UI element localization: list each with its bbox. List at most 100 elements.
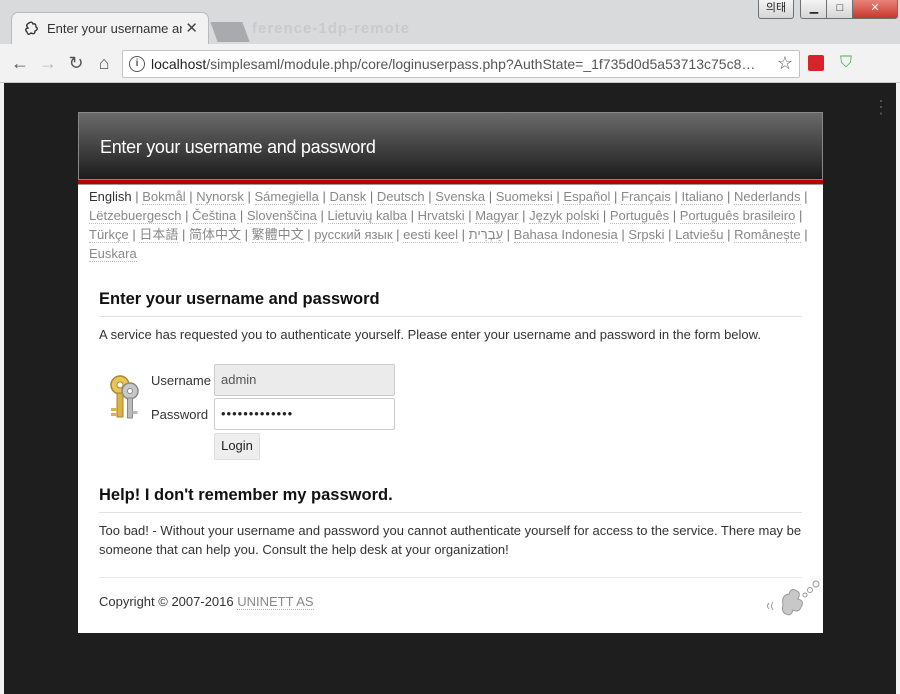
language-link[interactable]: Sámegiella (254, 189, 319, 205)
address-bar[interactable]: i localhost/simplesaml/module.php/core/l… (122, 50, 800, 78)
ime-button[interactable]: 의태 (758, 0, 794, 19)
language-link[interactable]: русский язык (314, 227, 393, 243)
language-separator: | (610, 189, 621, 204)
simplesaml-logo-icon (767, 580, 820, 616)
login-page: Enter your username and password English… (78, 112, 823, 633)
language-link[interactable]: Français (621, 189, 671, 205)
language-separator: | (664, 227, 676, 242)
username-input[interactable]: admin (214, 364, 395, 396)
language-link[interactable]: 简体中文 (188, 227, 241, 243)
keys-icon (110, 375, 139, 419)
language-separator: | (617, 227, 629, 242)
login-button[interactable]: Login (214, 433, 260, 460)
language-link[interactable]: Svenska (435, 189, 486, 205)
help-text: Too bad! - Without your username and pas… (99, 523, 802, 557)
language-link[interactable]: Magyar (475, 208, 519, 224)
language-separator: | (243, 189, 255, 204)
language-separator: | (518, 208, 530, 223)
browser-tab-active[interactable]: Enter your username an ✕ (12, 13, 208, 44)
language-separator: | (407, 208, 418, 223)
tab-title: Enter your username an (47, 21, 182, 36)
language-separator: | (366, 189, 377, 204)
bookmark-star-icon[interactable]: ☆ (777, 53, 793, 74)
window-border-left (0, 83, 4, 694)
window-border-right (896, 83, 900, 694)
language-link[interactable]: Lëtzebuergesch (89, 208, 182, 224)
menu-dots-icon[interactable]: ⋮ (872, 97, 890, 118)
language-separator: | (800, 189, 808, 204)
language-link[interactable]: Deutsch (376, 189, 425, 205)
language-separator: | (303, 227, 315, 242)
language-link[interactable]: Bokmål (142, 189, 186, 205)
language-bar: English | Bokmål | Nynorsk | Sámegiella … (89, 187, 819, 263)
language-link[interactable]: Lietuvių kalba (327, 208, 408, 224)
language-link[interactable]: eesti keel (403, 227, 459, 243)
reload-icon[interactable]: ↻ (65, 52, 87, 74)
help-heading: Help! I don't remember my password. (99, 486, 802, 513)
uninett-link[interactable]: UNINETT AS (237, 594, 314, 610)
main-content: Enter your username and password A servi… (99, 290, 820, 616)
language-link[interactable]: Nynorsk (196, 189, 244, 205)
maximize-button[interactable]: □ (826, 0, 854, 19)
language-separator: | (800, 227, 808, 242)
page-footer: Copyright © 2007-2016 UNINETT AS (99, 577, 802, 611)
language-separator: | (185, 189, 197, 204)
language-link[interactable]: Dansk (329, 189, 367, 205)
language-link[interactable]: Românește (734, 227, 801, 243)
language-separator: | (669, 208, 680, 223)
home-icon[interactable]: ⌂ (93, 52, 115, 74)
language-separator: | (236, 208, 247, 223)
intro-text: A service has requested you to authentic… (99, 327, 761, 342)
language-link[interactable]: Português brasileiro (679, 208, 796, 224)
language-separator: | (316, 208, 328, 223)
language-separator: | (424, 189, 436, 204)
browser-toolbar: ← → ↻ ⌂ i localhost/simplesaml/module.ph… (0, 44, 900, 117)
language-link[interactable]: Srpski (628, 227, 665, 243)
language-link[interactable]: 日本語 (139, 227, 179, 243)
language-link[interactable]: Español (563, 189, 611, 205)
language-link[interactable]: Türkçe (89, 227, 129, 243)
close-window-button[interactable]: ✕ (852, 0, 898, 19)
page-header: Enter your username and password (78, 112, 823, 180)
forward-arrow-icon[interactable]: → (37, 52, 59, 74)
language-separator: | (599, 208, 610, 223)
language-separator: | (503, 227, 514, 242)
language-link[interactable]: Nederlands (734, 189, 801, 205)
language-separator: | (670, 189, 682, 204)
minimize-button[interactable]: ▁ (800, 0, 828, 19)
password-input[interactable]: ••••••••••••• (214, 398, 395, 430)
tab-close-icon[interactable]: ✕ (185, 19, 198, 37)
page-heading: Enter your username and password (99, 290, 802, 317)
language-separator: | (795, 208, 803, 223)
language-separator: | (128, 227, 140, 242)
language-link[interactable]: 繁體中文 (251, 227, 304, 243)
help-section: Help! I don't remember my password. Too … (99, 486, 802, 559)
back-arrow-icon[interactable]: ← (9, 52, 31, 74)
language-link[interactable]: Hrvatski (417, 208, 465, 224)
extension-shield-icon[interactable]: ⛉ (840, 54, 856, 72)
language-link[interactable]: Suomeksi (495, 189, 553, 205)
language-separator: | (552, 189, 564, 204)
language-separator: | (723, 227, 735, 242)
language-link[interactable]: Język polski (529, 208, 600, 224)
language-link[interactable]: Português (609, 208, 670, 224)
language-link[interactable]: Bahasa Indonesia (513, 227, 618, 243)
language-separator: | (240, 227, 252, 242)
language-link[interactable]: Italiano (681, 189, 724, 205)
copyright-text: Copyright © 2007-2016 UNINETT AS (99, 594, 314, 610)
info-icon[interactable]: i (129, 56, 145, 72)
extension-red-icon[interactable] (808, 55, 824, 71)
language-link[interactable]: Slovenščina (246, 208, 317, 224)
language-separator: | (181, 208, 193, 223)
window-background-text: ference-1dp-remote (252, 20, 411, 37)
language-separator: | (723, 189, 734, 204)
language-separator: | (464, 208, 476, 223)
language-link[interactable]: Čeština (192, 208, 237, 224)
login-form: Username admin Password ••••••••••••• Lo… (99, 364, 802, 464)
language-link[interactable]: Euskara (89, 246, 137, 262)
language-separator: | (131, 189, 143, 204)
language-link[interactable]: Latviešu (675, 227, 724, 243)
language-link[interactable]: עַבְרִית (468, 227, 504, 243)
language-separator: | (178, 227, 189, 242)
browser-tab-inactive[interactable] (210, 22, 250, 42)
